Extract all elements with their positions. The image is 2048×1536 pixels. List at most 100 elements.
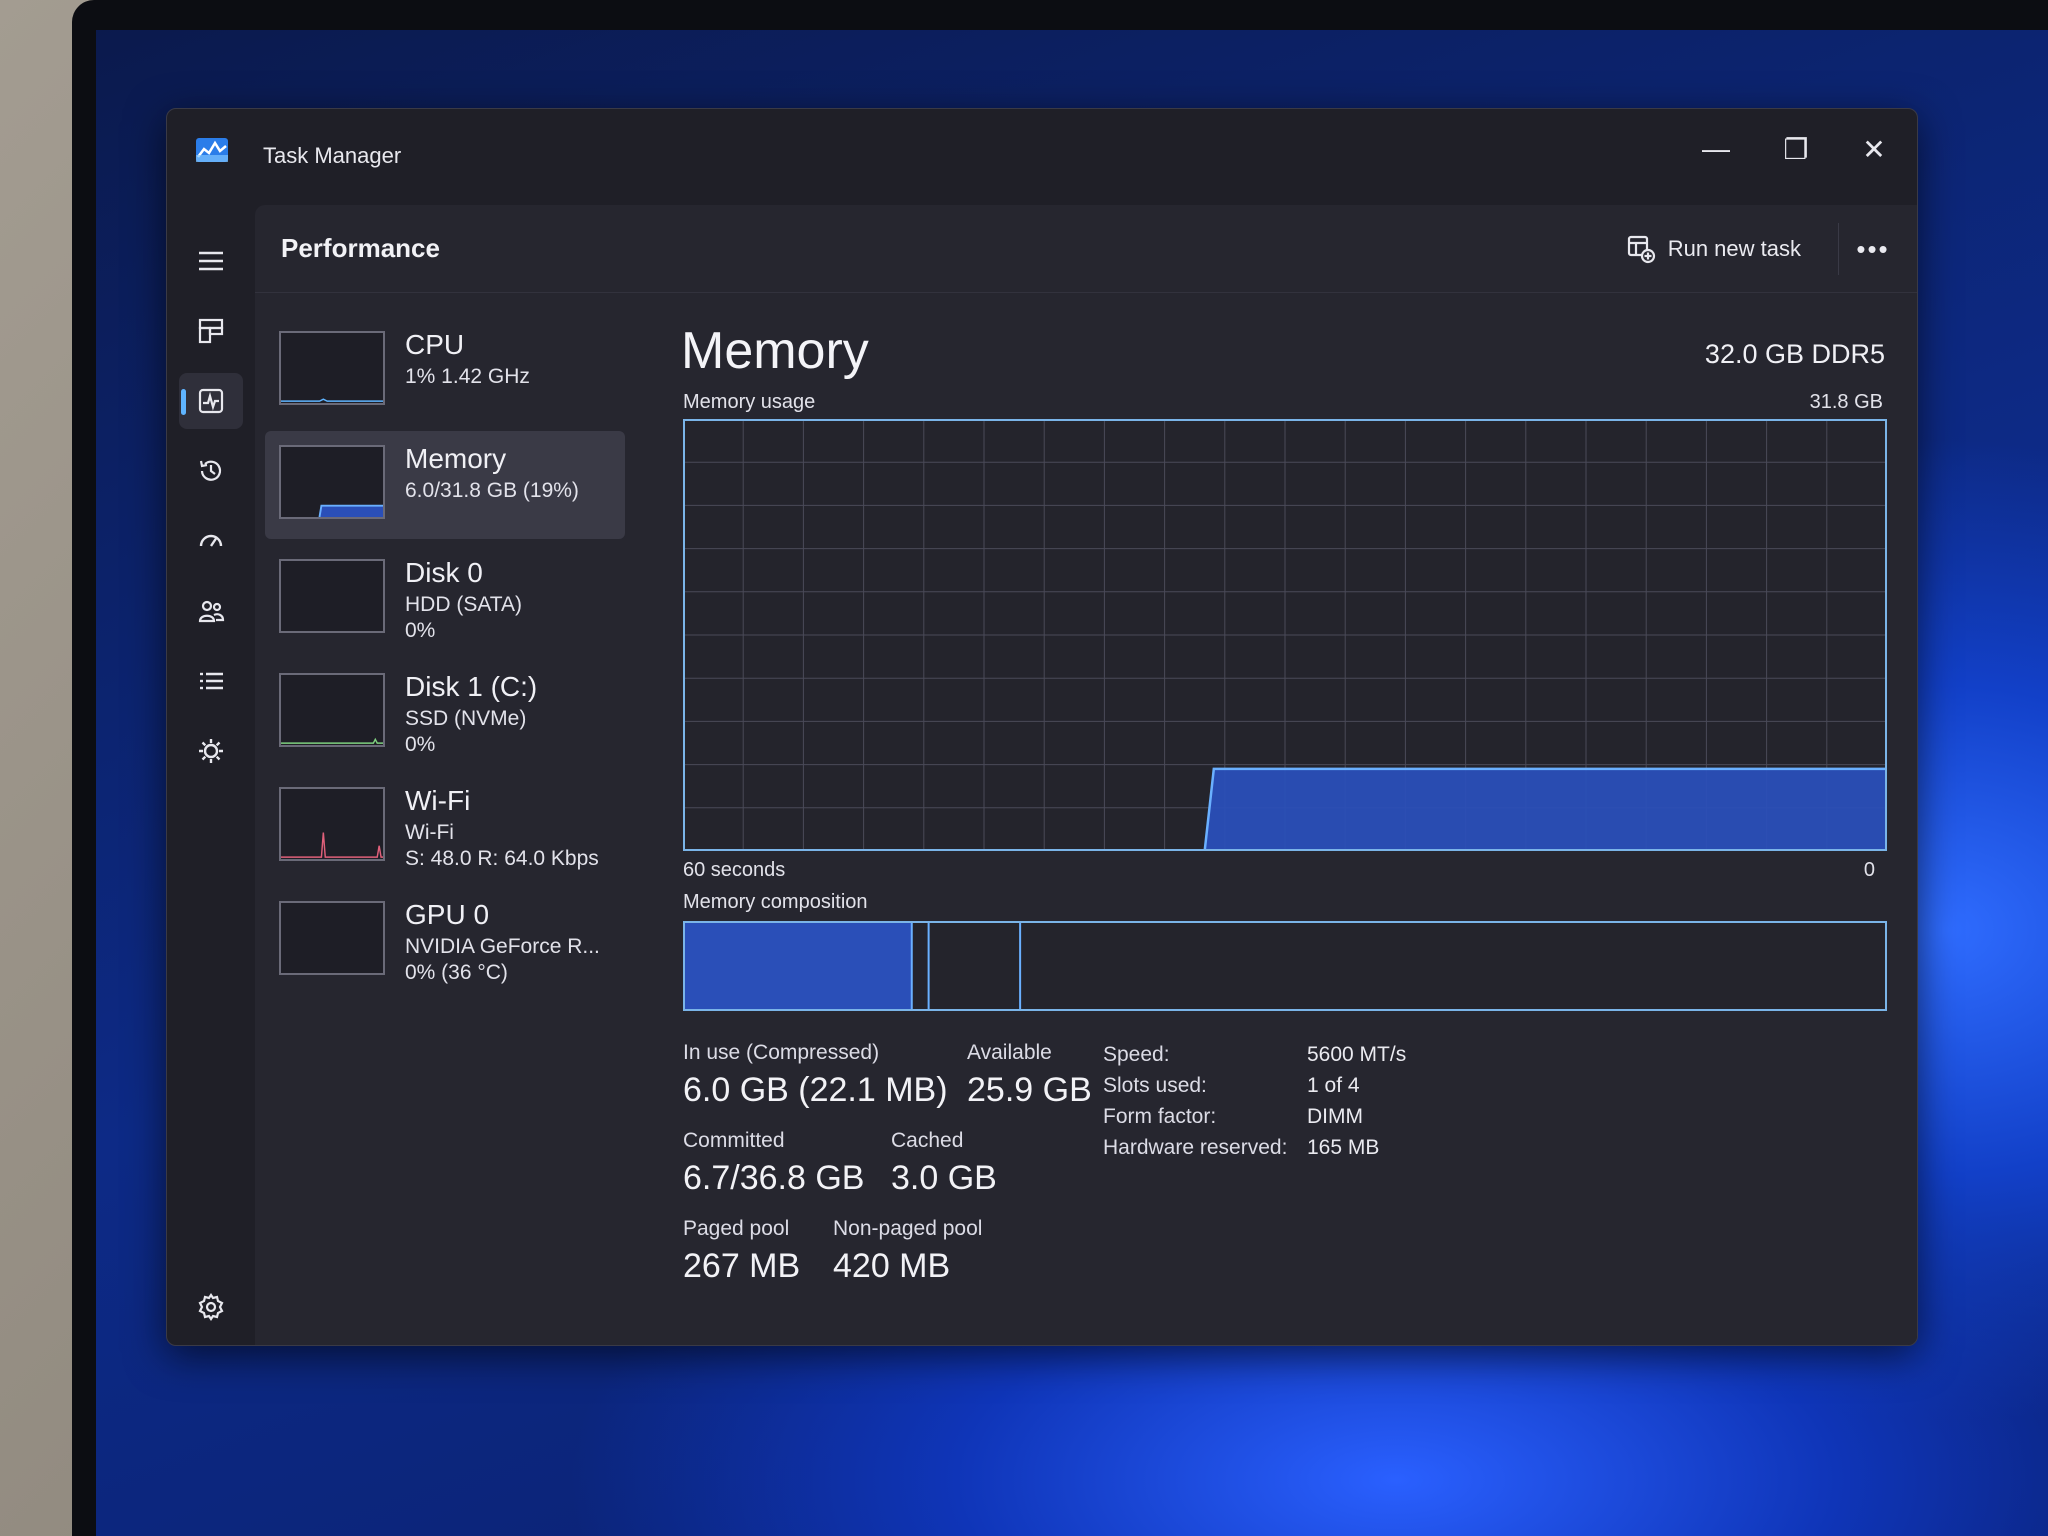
committed-value: 6.7/36.8 GB [683,1159,865,1197]
maximize-button[interactable]: ❐ [1763,123,1829,175]
memory-composition-bar [683,921,1887,1011]
form-factor-value: DIMM [1307,1105,1363,1128]
resource-title: Memory [681,322,869,380]
device-detail: Wi-Fi [405,821,454,844]
startup-apps-icon [199,534,223,547]
run-new-task-label: Run new task [1667,236,1801,261]
nav-app-history[interactable] [179,443,243,499]
memory-usage-max: 31.8 GB [1809,391,1883,413]
hamburger-icon [199,251,223,271]
form-factor-label: Form factor: [1103,1105,1217,1128]
cached-value: 3.0 GB [891,1159,997,1197]
device-name: GPU 0 [405,899,490,930]
content-pane: Performance Run new task ••• CPU 1% 1.42… [255,205,1917,1345]
slots-used-label: Slots used: [1103,1074,1207,1097]
device-name: CPU [405,329,465,360]
hardware-reserved-label: Hardware reserved: [1103,1136,1288,1159]
page-title: Performance [281,233,440,263]
available-value: 25.9 GB [967,1071,1092,1109]
run-task-icon [1627,235,1655,264]
slots-used-value: 1 of 4 [1307,1074,1360,1097]
memory-usage-label: Memory usage [683,391,816,413]
pane-header: Performance Run new task ••• [255,205,1917,293]
device-detail: 6.0/31.8 GB (19%) [405,479,579,502]
header-divider [1838,223,1839,275]
device-item-gpu-0[interactable]: GPU 0 NVIDIA GeForce R... 0% (36 °C) [265,887,625,995]
device-name: Memory [405,443,507,474]
close-icon: ✕ [1862,133,1886,165]
navigation-rail [167,205,255,1345]
device-name: Wi-Fi [405,785,471,816]
mouse-cursor [595,1345,619,1346]
non-paged-pool-value: 420 MB [833,1247,951,1285]
memory-thumbnail-graph [279,445,385,519]
device-utilization: 0% (36 °C) [405,961,508,984]
maximize-icon: ❐ [1783,133,1809,165]
cached-label: Cached [891,1129,964,1152]
services-icon [199,739,223,763]
device-detail: HDD (SATA) [405,593,523,616]
device-item-memory[interactable]: Memory 6.0/31.8 GB (19%) [265,431,625,539]
minimize-button[interactable]: — [1683,123,1749,175]
memory-spec: 32.0 GB DDR5 [1704,339,1885,369]
more-options-button[interactable]: ••• [1847,227,1899,271]
hamburger-menu-button[interactable] [179,233,243,289]
task-manager-window: Task Manager — ❐ ✕ Performance Run new t… [166,108,1918,1346]
nav-users[interactable] [179,583,243,639]
speed-value: 5600 MT/s [1307,1043,1407,1066]
performance-icon [198,388,224,414]
device-throughput: S: 48.0 R: 64.0 Kbps [405,847,599,870]
device-name: Disk 0 [405,557,483,588]
disk-0-thumbnail-graph [279,559,385,633]
gpu-0-thumbnail-graph [279,901,385,975]
nav-services[interactable] [179,723,243,779]
time-zero-label: 0 [1863,859,1875,881]
non-paged-pool-label: Non-paged pool [833,1217,983,1240]
nav-details[interactable] [179,653,243,709]
device-detail: 1% 1.42 GHz [405,365,530,388]
device-name: Disk 1 (C:) [405,671,538,702]
device-detail: NVIDIA GeForce R... [405,935,600,958]
in-use-label: In use (Compressed) [683,1041,880,1064]
app-history-icon [199,460,222,481]
device-utilization: 0% [405,619,436,642]
speed-label: Speed: [1103,1043,1170,1066]
committed-label: Committed [683,1129,785,1152]
users-icon [198,600,225,623]
device-detail: SSD (NVMe) [405,707,527,730]
close-button[interactable]: ✕ [1841,123,1907,175]
nav-performance[interactable] [179,373,243,429]
cpu-thumbnail-graph [279,331,385,405]
paged-pool-value: 267 MB [683,1247,801,1285]
settings-icon [198,1293,224,1321]
minimize-icon: — [1702,133,1730,164]
available-label: Available [967,1041,1052,1064]
memory-usage-area [1204,768,1885,851]
task-manager-app-icon [196,138,228,162]
memory-usage-graph [683,419,1887,851]
device-list: CPU 1% 1.42 GHz Memory 6.0/31.8 GB (19%)… [265,317,625,1001]
window-title: Task Manager [263,143,402,168]
device-item-cpu[interactable]: CPU 1% 1.42 GHz [265,317,625,425]
paged-pool-label: Paged pool [683,1217,790,1240]
in-use-value: 6.0 GB (22.1 MB) [683,1071,948,1109]
hardware-reserved-value: 165 MB [1307,1136,1380,1159]
memory-composition-label: Memory composition [683,891,868,913]
composition-in-use [683,921,912,1011]
nav-settings[interactable] [179,1279,243,1335]
device-item-disk-0[interactable]: Disk 0 HDD (SATA) 0% [265,545,625,653]
wifi-thumbnail-graph [279,787,385,861]
device-utilization: 0% [405,733,436,756]
device-item-disk-1[interactable]: Disk 1 (C:) SSD (NVMe) 0% [265,659,625,767]
title-bar[interactable]: Task Manager — ❐ ✕ [167,109,1917,205]
nav-startup-apps[interactable] [179,513,243,569]
more-icon: ••• [1856,233,1890,264]
details-icon [200,672,223,690]
time-span-label: 60 seconds [683,859,786,881]
nav-processes[interactable] [179,303,243,359]
run-new-task-button[interactable]: Run new task [1614,227,1813,271]
device-item-wifi[interactable]: Wi-Fi Wi-Fi S: 48.0 R: 64.0 Kbps [265,773,625,881]
processes-icon [198,318,224,344]
active-indicator [181,389,186,415]
disk-1-thumbnail-graph [279,673,385,747]
